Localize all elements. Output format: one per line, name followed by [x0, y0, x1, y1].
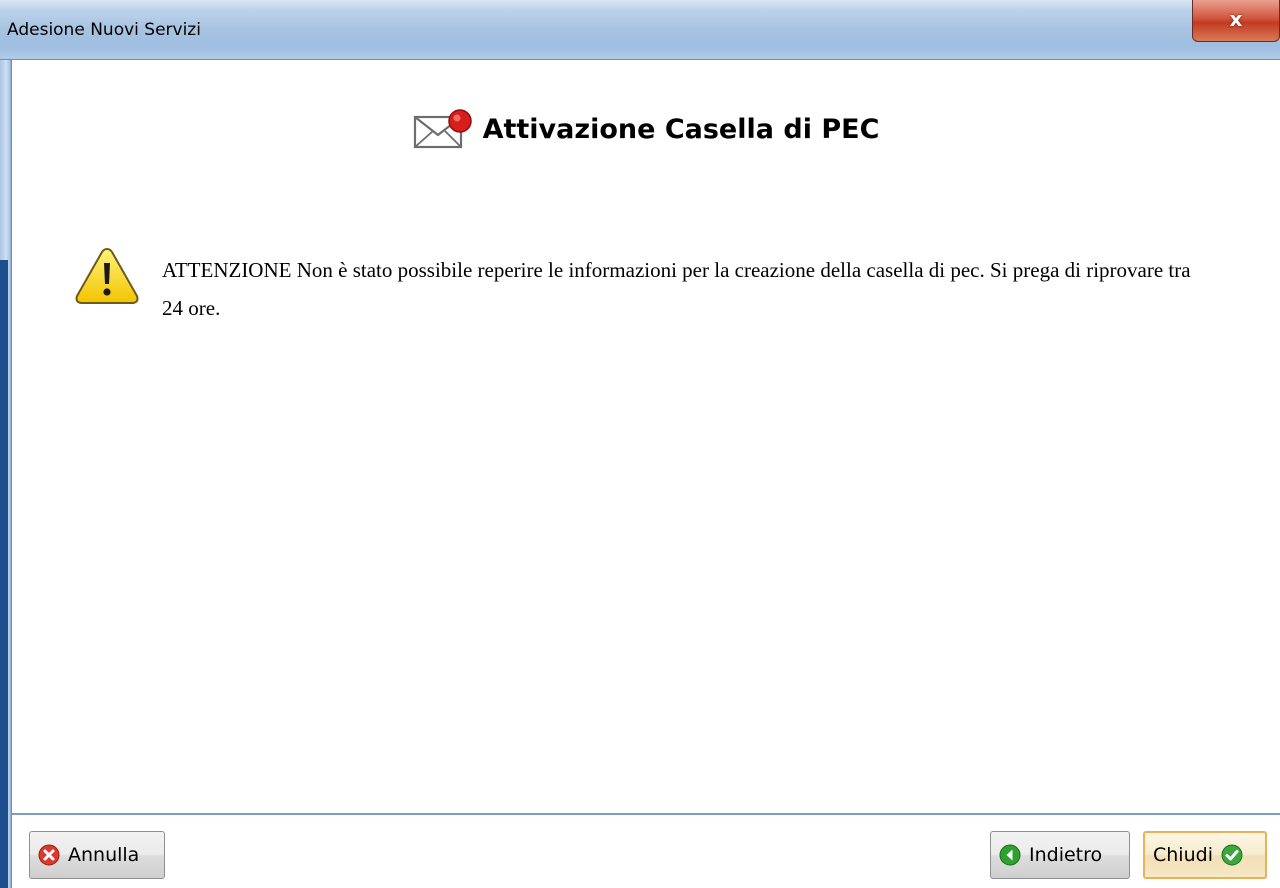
close-icon: x — [1229, 6, 1243, 31]
window-title: Adesione Nuovi Servizi — [7, 20, 201, 40]
cancel-icon — [38, 844, 60, 866]
warning-icon — [75, 247, 139, 304]
heading-text: Attivazione Casella di PEC — [482, 113, 880, 145]
dialog-content: Attivazione Casella di PEC ATTENZIONE No… — [12, 61, 1280, 814]
cancel-button[interactable]: Annulla — [29, 831, 165, 879]
warning-message: ATTENZIONE Non è stato possibile reperir… — [162, 258, 1191, 320]
window-close-button[interactable]: x — [1192, 0, 1280, 42]
window-frame-accent — [0, 260, 8, 888]
dialog-footer: Annulla Indietro Chiudi — [12, 815, 1280, 888]
dialog-window: Adesione Nuovi Servizi x Attivazione Cas… — [0, 0, 1280, 888]
close-button[interactable]: Chiudi — [1143, 831, 1267, 879]
back-button[interactable]: Indietro — [990, 831, 1130, 879]
close-button-label: Chiudi — [1153, 844, 1213, 866]
title-bar[interactable]: Adesione Nuovi Servizi x — [0, 0, 1280, 60]
check-icon — [1221, 844, 1243, 866]
cancel-button-label: Annulla — [68, 844, 140, 866]
back-arrow-icon — [999, 844, 1021, 866]
page-heading: Attivazione Casella di PEC — [12, 107, 1280, 158]
pec-envelope-icon — [413, 109, 472, 149]
back-button-label: Indietro — [1029, 844, 1103, 866]
